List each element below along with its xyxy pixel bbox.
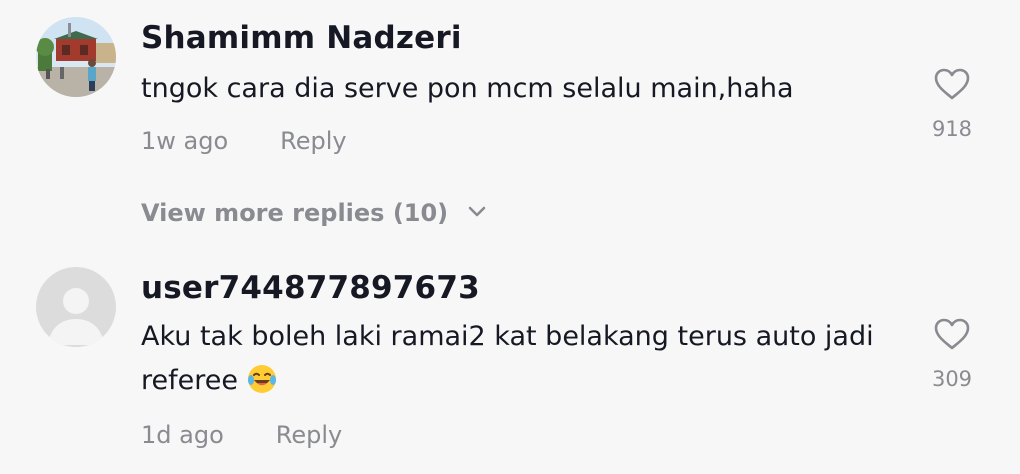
avatar[interactable] xyxy=(36,267,116,347)
comment-text: tngok cara dia serve pon mcm selalu main… xyxy=(141,73,794,104)
laughing-tears-emoji-icon xyxy=(247,364,276,393)
default-avatar-icon xyxy=(36,267,116,347)
like-count: 918 xyxy=(931,117,973,141)
username[interactable]: Shamimm Nadzeri xyxy=(141,20,462,56)
like-button[interactable]: 918 xyxy=(930,67,974,141)
timestamp: 1d ago xyxy=(141,421,224,449)
username[interactable]: user744877897673 xyxy=(141,270,480,306)
view-more-replies-button[interactable]: View more replies (10) xyxy=(141,199,487,227)
comment-meta: 1d ago Reply xyxy=(141,421,342,449)
comment-text: Aku tak boleh laki ramai2 kat belakang t… xyxy=(141,321,874,396)
comment-item: user744877897673 Aku tak boleh laki rama… xyxy=(0,250,1020,474)
user-photo-icon xyxy=(36,17,116,97)
comment-meta: 1w ago Reply xyxy=(141,127,347,155)
heart-icon xyxy=(934,318,970,350)
avatar[interactable] xyxy=(36,17,116,97)
view-more-label: View more replies (10) xyxy=(141,199,449,227)
reply-button[interactable]: Reply xyxy=(280,127,346,155)
like-button[interactable]: 309 xyxy=(930,317,974,391)
timestamp: 1w ago xyxy=(141,127,229,155)
comment-item: Shamimm Nadzeri tngok cara dia serve pon… xyxy=(0,0,1020,250)
heart-icon xyxy=(934,68,970,100)
chevron-down-icon xyxy=(468,206,485,217)
like-count: 309 xyxy=(931,367,973,391)
reply-button[interactable]: Reply xyxy=(276,421,342,449)
